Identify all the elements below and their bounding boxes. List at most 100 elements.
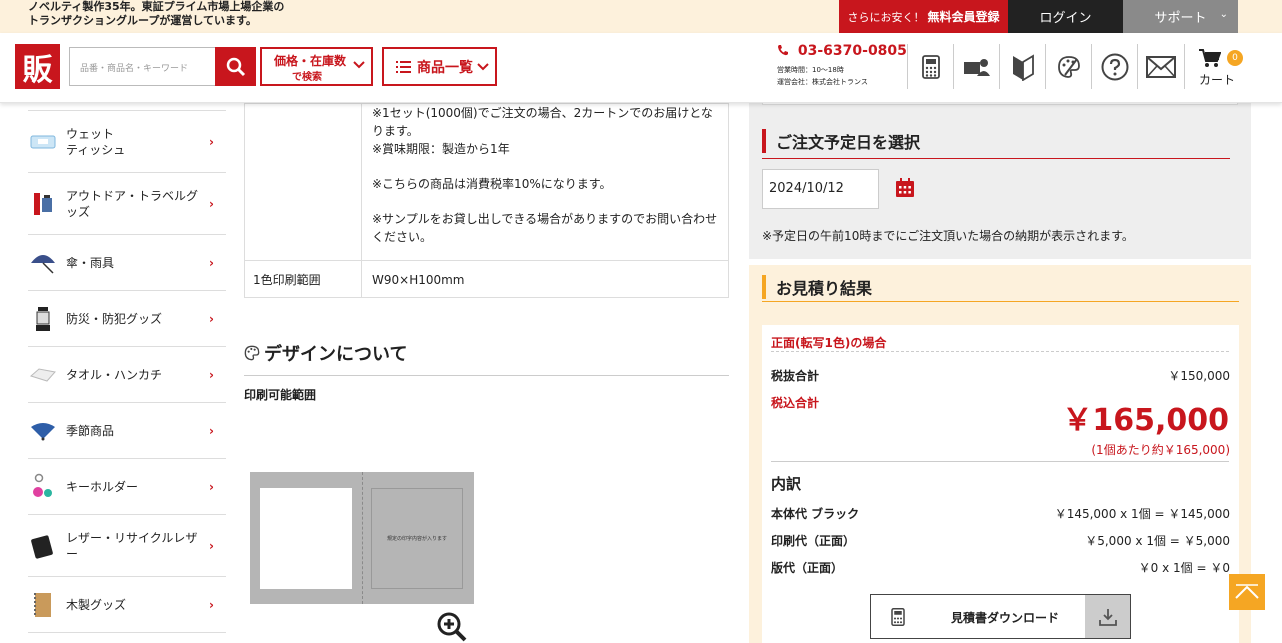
search-button[interactable] <box>215 47 256 86</box>
sidebar-item-label: 季節商品 <box>66 423 115 438</box>
top-bar: ノベルティ製作35年。東証プライム市場上場企業の トランザクショングループが運営… <box>0 0 1282 33</box>
fold-line <box>362 472 363 604</box>
quote-support-link[interactable] <box>953 44 999 89</box>
sidebar-item-outdoor-travel[interactable]: アウトドア・トラベルグッズ › <box>28 172 226 234</box>
print-zone-frame: 規定の印字内容が入ります <box>371 488 463 589</box>
breakdown-label: 版代（正面） <box>771 561 844 575</box>
fan-icon <box>28 416 58 446</box>
question-icon <box>1101 53 1128 80</box>
breakdown-value: ￥0 x 1個 = ￥0 <box>1138 561 1230 575</box>
help-link[interactable] <box>1091 44 1137 89</box>
register-button[interactable]: さらにお安く！ 無料会員登録 <box>839 0 1008 33</box>
card-divider <box>771 461 1229 462</box>
chevron-right-icon: › <box>209 134 214 149</box>
preview-text: 規定の印字内容が入ります <box>386 536 447 542</box>
download-icon <box>1085 595 1130 638</box>
breakdown-value: ￥145,000 x 1個 = ￥145,000 <box>1054 507 1230 521</box>
chevron-up-icon <box>1235 584 1259 599</box>
sidebar-item-towel[interactable]: タオル・ハンカチ › <box>28 346 226 402</box>
sidebar-item-seasonal[interactable]: 季節商品 › <box>28 402 226 458</box>
back-to-top-button[interactable] <box>1229 574 1265 610</box>
chevron-down-icon <box>353 61 365 69</box>
chevron-right-icon: › <box>209 479 214 494</box>
search-input[interactable]: 品番・商品名・キーワード <box>69 47 215 86</box>
sidebar-item-label: アウトドア・トラベルグッズ <box>66 188 199 219</box>
site-logo[interactable]: 販 <box>15 44 60 89</box>
sidebar-item-leather[interactable]: レザー・リサイクルレザー › <box>28 514 226 576</box>
tagline-line-2: トランザクショングループが運営しています。 <box>28 14 257 27</box>
note-sample: ※サンプルをお貸し出しできる場合がありますのでお問い合わせください。 <box>372 212 718 244</box>
per-unit-price: (1個あたり約￥165,000) <box>1091 443 1230 457</box>
outdoor-travel-icon <box>28 189 58 219</box>
wooden-notebook-icon <box>28 590 58 620</box>
business-info: 営業時間：10〜18時 運営会社：株式会社トランス <box>777 64 868 88</box>
umbrella-icon <box>28 248 58 278</box>
palette-icon <box>244 345 260 361</box>
tagline-line-1: ノベルティ製作35年。東証プライム市場上場企業の <box>28 0 285 13</box>
order-date-input[interactable]: 2024/10/12 <box>762 169 879 209</box>
estimate-divider <box>762 301 1239 302</box>
lantern-icon <box>28 304 58 334</box>
print-area-preview[interactable]: 規定の印字内容が入ります <box>250 472 474 604</box>
chevron-right-icon: › <box>209 367 214 382</box>
sidebar-item-label: レザー・リサイクルレザー <box>66 530 198 561</box>
cart-icon <box>1199 49 1221 67</box>
contact-link[interactable] <box>1137 44 1183 89</box>
sidebar-item-wet-tissue[interactable]: ウェット ティッシュ › <box>28 110 226 172</box>
zoom-in-icon[interactable] <box>437 612 467 642</box>
sidebar-item-label: タオル・ハンカチ <box>66 367 163 382</box>
sidebar-item-keychain[interactable]: キーホルダー › <box>28 458 226 514</box>
sidebar-item-disaster-security[interactable]: 防災・防犯グッズ › <box>28 290 226 346</box>
estimate-download-button[interactable]: 見積書ダウンロード <box>870 594 1131 639</box>
support-button[interactable]: サポート ⌄ <box>1123 0 1238 33</box>
print-zone-white <box>260 488 352 589</box>
sidebar-item-umbrella[interactable]: 傘・雨具 › <box>28 234 226 290</box>
total-label: 税込合計 <box>771 396 820 410</box>
print-area-label: 印刷可能範囲 <box>244 388 317 402</box>
total-value: ￥165,000 <box>1062 403 1229 438</box>
tagline: ノベルティ製作35年。東証プライム市場上場企業の トランザクショングループが運営… <box>28 0 284 28</box>
beginner-guide-link[interactable] <box>999 44 1045 89</box>
calendar-icon[interactable] <box>895 178 915 198</box>
category-sidebar: ウェット ティッシュ › アウトドア・トラベルグッズ › 傘・雨具 › 防災・防… <box>28 103 226 643</box>
note-cartons: ※1セット(1000個)でご注文の場合、2カートンでのお届けとなります。 <box>372 106 713 138</box>
calculator-icon <box>891 608 905 626</box>
register-bold-label: 無料会員登録 <box>927 10 1000 24</box>
sidebar-item-label: 木製グッズ <box>66 597 127 612</box>
product-list-button[interactable]: 商品一覧 <box>382 47 497 86</box>
phone-number[interactable]: 03-6370-0805 <box>777 43 907 59</box>
product-list-label: 商品一覧 <box>417 59 473 76</box>
design-title-text: デザインについて <box>264 344 408 365</box>
cart-label: カート <box>1199 73 1236 87</box>
breakdown-label: 印刷代（正面） <box>771 534 856 548</box>
operator-company: 運営会社：株式会社トランス <box>777 78 868 86</box>
sidebar-item-label: 傘・雨具 <box>66 255 115 270</box>
design-divider <box>244 375 729 376</box>
card-divider <box>771 351 1229 352</box>
phone-label: 03-6370-0805 <box>797 43 907 59</box>
print-range-value: W90×H100mm <box>361 260 729 298</box>
spec-table: ※1セット(1000個)でご注文の場合、2カートンでのお届けとなります。 ※賞味… <box>244 103 729 298</box>
price-stock-search-button[interactable]: 価格・在庫数 で検索 <box>260 47 373 86</box>
support-staff-icon <box>963 58 990 76</box>
beginner-mark-icon <box>1012 53 1034 81</box>
sidebar-item-wooden[interactable]: 木製グッズ › <box>28 576 226 632</box>
design-link[interactable] <box>1045 44 1091 89</box>
spec-label-empty <box>244 103 362 261</box>
subtotal-value: ￥150,000 <box>1168 369 1230 383</box>
sidebar-item-label: キーホルダー <box>66 479 139 494</box>
order-date-title: ご注文予定日を選択 <box>762 129 920 153</box>
chevron-down-icon <box>477 62 489 70</box>
chevron-down-icon: ⌄ <box>1219 9 1228 20</box>
estimate-title: お見積り結果 <box>762 275 872 299</box>
print-range-label: 1色印刷範囲 <box>244 260 362 298</box>
login-button[interactable]: ログイン <box>1008 0 1123 33</box>
wet-tissue-icon <box>28 127 58 157</box>
mail-icon <box>1145 55 1176 78</box>
estimate-case: 正面(転写1色)の場合 <box>771 336 887 350</box>
cart-link[interactable]: 0 カート <box>1184 44 1254 89</box>
register-small-label: さらにお安く！ <box>847 10 925 24</box>
business-hours: 営業時間：10〜18時 <box>777 66 844 74</box>
calculator-link[interactable] <box>907 44 953 89</box>
note-tax: ※こちらの商品は消費税率10%になります。 <box>372 177 612 191</box>
